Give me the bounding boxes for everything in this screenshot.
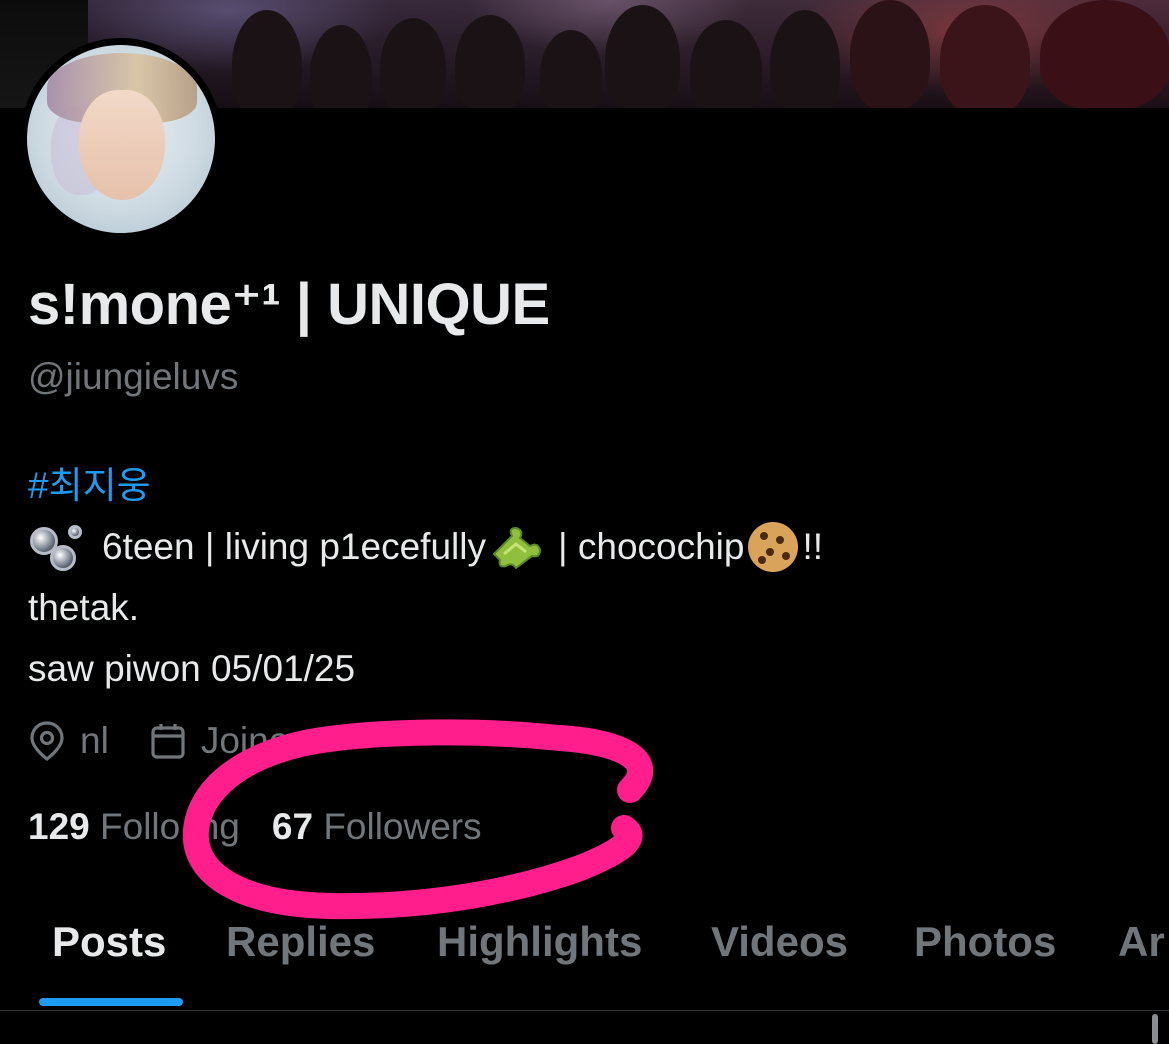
- location-pin-icon: [30, 721, 64, 761]
- follow-stats: 129 Follo ing 67 Followers: [28, 806, 514, 848]
- bio-text-1a: 6teen | living p1ecefully: [102, 526, 486, 567]
- following-link[interactable]: 129 Follo ing: [28, 806, 240, 848]
- bio: 6teen | living p1ecefully | chocochip !!…: [28, 516, 823, 699]
- bio-line-1: 6teen | living p1ecefully | chocochip !!: [28, 516, 823, 577]
- display-name: s!mone⁺¹ | UNIQUE: [28, 272, 550, 337]
- join-date-text: Joine: [200, 720, 290, 761]
- avatar[interactable]: [20, 38, 222, 240]
- bio-text-1c: !!: [802, 526, 824, 567]
- join-date: Joine: [149, 720, 289, 762]
- followers-label: Followers: [323, 806, 482, 847]
- puzzle-emoji: [490, 524, 544, 570]
- following-label: Follo ing: [100, 806, 240, 847]
- bio-line-3: saw piwon 05/01/25: [28, 648, 356, 689]
- followers-link[interactable]: 67 Followers: [272, 806, 482, 848]
- tab-photos[interactable]: Photos: [914, 918, 1056, 966]
- cookie-emoji: [748, 521, 799, 572]
- tab-posts[interactable]: Posts: [52, 918, 166, 966]
- location-text: nl: [80, 720, 109, 761]
- bio-text-1b: | chocochip: [557, 526, 745, 567]
- following-count: 129: [28, 806, 90, 847]
- calendar-icon: [151, 724, 185, 759]
- tab-replies[interactable]: Replies: [226, 918, 375, 966]
- tab-highlights[interactable]: Highlights: [437, 918, 642, 966]
- user-handle: @jiungieluvs: [28, 356, 239, 397]
- location: nl: [28, 720, 109, 762]
- bio-hashtag-link[interactable]: #최지웅: [28, 455, 151, 509]
- bio-line-2: thetak.: [28, 587, 140, 628]
- tab-videos[interactable]: Videos: [711, 918, 848, 966]
- profile-tabs: Posts Replies Highlights Videos Photos A…: [0, 910, 1169, 1011]
- profile-page: s!mone⁺¹ | UNIQUE @jiungieluvs #최지웅 6tee…: [0, 0, 1169, 1044]
- active-tab-indicator: [39, 998, 183, 1006]
- avatar-image: [27, 45, 215, 233]
- followers-count: 67: [271, 806, 314, 847]
- bubbles-emoji: [28, 524, 84, 571]
- tab-articles[interactable]: Ar: [1118, 918, 1165, 966]
- scrollbar-thumb[interactable]: [1152, 1014, 1158, 1044]
- profile-meta: nl Joine: [28, 720, 329, 762]
